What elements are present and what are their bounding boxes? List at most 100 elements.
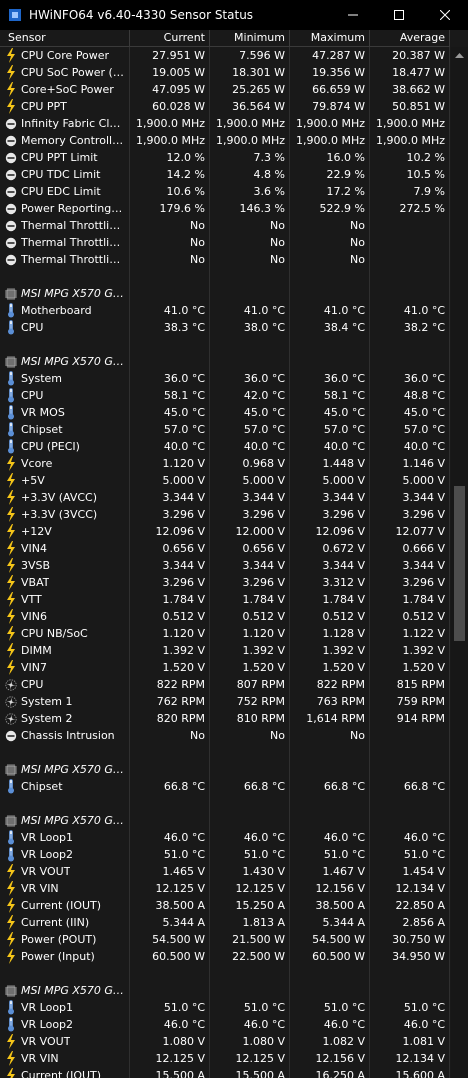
sensor-row[interactable]: VR VIN 12.125 V 12.125 V 12.156 V 12.134 V bbox=[0, 880, 450, 897]
sensor-name-cell: VIN7 bbox=[0, 659, 130, 676]
sensor-row[interactable]: CPU 822 RPM 807 RPM 822 RPM 815 RPM bbox=[0, 676, 450, 693]
value-minimum bbox=[210, 353, 290, 370]
value-maximum: 36.0 °C bbox=[290, 370, 370, 387]
sensor-row[interactable]: Current (IIN) 5.344 A 1.813 A 5.344 A 2.856 … bbox=[0, 914, 450, 931]
sensor-row[interactable]: CPU EDC Limit 10.6 % 3.6 % 17.2 % 7.9 % bbox=[0, 183, 450, 200]
minimize-button[interactable] bbox=[330, 0, 376, 30]
sensor-row[interactable]: Current (IOUT) 38.500 A 15.250 A 38.500 A 22… bbox=[0, 897, 450, 914]
sensor-row[interactable]: Power (POUT) 54.500 W 21.500 W 54.500 W 30.7… bbox=[0, 931, 450, 948]
sensor-row[interactable]: VR VIN 12.125 V 12.125 V 12.156 V 12.134 V bbox=[0, 1050, 450, 1067]
sensor-row[interactable]: System 2 820 RPM 810 RPM 1,614 RPM 914 RPM bbox=[0, 710, 450, 727]
scrollbar-thumb[interactable] bbox=[454, 486, 465, 641]
sensor-row[interactable]: VR Loop1 51.0 °C 51.0 °C 51.0 °C 51.0 °C bbox=[0, 999, 450, 1016]
value-average: 15.600 A bbox=[370, 1067, 450, 1078]
sensor-row[interactable]: CPU PPT 60.028 W 36.564 W 79.874 W 50.851 W bbox=[0, 98, 450, 115]
sensor-label: CPU PPT Limit bbox=[21, 151, 98, 164]
sensor-row[interactable]: VR VOUT 1.465 V 1.430 V 1.467 V 1.454 V bbox=[0, 863, 450, 880]
column-header-average[interactable]: Average bbox=[370, 30, 450, 46]
sensor-row[interactable]: Chipset 66.8 °C 66.8 °C 66.8 °C 66.8 °C bbox=[0, 778, 450, 795]
sensor-row[interactable]: DIMM 1.392 V 1.392 V 1.392 V 1.392 V bbox=[0, 642, 450, 659]
sensor-row[interactable]: System 1 762 RPM 752 RPM 763 RPM 759 RPM bbox=[0, 693, 450, 710]
sensor-row[interactable]: VIN7 1.520 V 1.520 V 1.520 V 1.520 V bbox=[0, 659, 450, 676]
sensor-row[interactable]: Memory Controller Clock (UCLK) 1,900.0 MH… bbox=[0, 132, 450, 149]
sensor-row[interactable]: Chassis Intrusion No No No bbox=[0, 727, 450, 744]
sensor-row[interactable]: CPU Core Power 27.951 W 7.596 W 47.287 W 20.… bbox=[0, 47, 450, 64]
sensor-row[interactable]: +12V 12.096 V 12.000 V 12.096 V 12.077 V bbox=[0, 523, 450, 540]
value-current bbox=[130, 812, 210, 829]
sensor-row[interactable]: VR Loop2 46.0 °C 46.0 °C 46.0 °C 46.0 °C bbox=[0, 1016, 450, 1033]
sensor-row[interactable]: CPU 58.1 °C 42.0 °C 58.1 °C 48.8 °C bbox=[0, 387, 450, 404]
sensor-name-cell: CPU EDC Limit bbox=[0, 183, 130, 200]
sensor-name-cell: Thermal Throttling (PROCHOT EXT) bbox=[0, 251, 130, 268]
sensor-row[interactable]: VR VOUT 1.080 V 1.080 V 1.082 V 1.081 V bbox=[0, 1033, 450, 1050]
sensor-name-cell: Power (Input) bbox=[0, 948, 130, 965]
sensor-row[interactable]: +3.3V (AVCC) 3.344 V 3.344 V 3.344 V 3.344 V bbox=[0, 489, 450, 506]
maximize-button[interactable] bbox=[376, 0, 422, 30]
status-circle-icon bbox=[4, 184, 17, 199]
sensor-row[interactable]: Thermal Throttling (HTC)NoNoNo bbox=[0, 217, 450, 234]
lightning-icon bbox=[4, 1034, 17, 1049]
sensor-row[interactable]: CPU (PECI) 40.0 °C 40.0 °C 40.0 °C 40.0 °C bbox=[0, 438, 450, 455]
sensor-row[interactable]: Core+SoC Power 47.095 W 25.265 W 66.659 W 38… bbox=[0, 81, 450, 98]
value-maximum: No bbox=[290, 727, 370, 744]
status-circle-icon bbox=[4, 218, 17, 233]
sensor-row[interactable]: VR Loop2 51.0 °C 51.0 °C 51.0 °C 51.0 °C bbox=[0, 846, 450, 863]
column-header-sensor[interactable]: Sensor bbox=[0, 30, 130, 46]
scroll-up-button[interactable] bbox=[451, 47, 468, 64]
thermometer-icon bbox=[4, 422, 17, 437]
sensor-label: +3.3V (3VCC) bbox=[21, 508, 98, 521]
column-header-minimum[interactable]: Minimum bbox=[210, 30, 290, 46]
sensor-row[interactable]: VBAT 3.296 V 3.296 V 3.312 V 3.296 V bbox=[0, 574, 450, 591]
sensor-row[interactable]: CPU 38.3 °C 38.0 °C 38.4 °C 38.2 °C bbox=[0, 319, 450, 336]
sensor-name-cell: CPU SoC Power (SVI2 TFN) bbox=[0, 64, 130, 81]
sensor-label: VR VIN bbox=[21, 1052, 59, 1065]
sensor-row[interactable]: VIN4 0.656 V 0.656 V 0.672 V 0.666 V bbox=[0, 540, 450, 557]
column-header-maximum[interactable]: Maximum bbox=[290, 30, 370, 46]
sensor-row[interactable]: Chipset 57.0 °C 57.0 °C 57.0 °C 57.0 °C bbox=[0, 421, 450, 438]
sensor-row[interactable]: Thermal Throttling (PROCHOT EXT)NoNoNo bbox=[0, 251, 450, 268]
sensor-name-cell: CPU bbox=[0, 676, 130, 693]
sensor-row[interactable]: VR MOS 45.0 °C 45.0 °C 45.0 °C 45.0 °C bbox=[0, 404, 450, 421]
sensor-label: VR Loop1 bbox=[21, 1001, 74, 1014]
sensor-row[interactable]: System 36.0 °C 36.0 °C 36.0 °C 36.0 °C bbox=[0, 370, 450, 387]
sensor-group-header[interactable]: MSI MPG X570 GAMING PLUS (MS-7C37) (Nuvo… bbox=[0, 353, 450, 370]
sensor-group-header[interactable]: MSI MPG X570 GAMING PLUS (MS-7C37) (VRM … bbox=[0, 982, 450, 999]
close-button[interactable] bbox=[422, 0, 468, 30]
sensor-row[interactable]: Current (IOUT) 15.500 A 15.500 A 16.250 A 15… bbox=[0, 1067, 450, 1078]
sensor-row[interactable]: CPU PPT Limit 12.0 % 7.3 % 16.0 % 10.2 % bbox=[0, 149, 450, 166]
vertical-scrollbar[interactable] bbox=[451, 47, 468, 1078]
lightning-icon bbox=[4, 558, 17, 573]
value-current: 10.6 % bbox=[130, 183, 210, 200]
thermometer-icon bbox=[4, 779, 17, 794]
sensor-label: Infinity Fabric Clock (FCLK) bbox=[21, 117, 125, 130]
sensor-row[interactable]: Power (Input) 60.500 W 22.500 W 60.500 W 34.… bbox=[0, 948, 450, 965]
column-header-current[interactable]: Current bbox=[130, 30, 210, 46]
sensor-label: VIN4 bbox=[21, 542, 47, 555]
sensor-row[interactable]: +3.3V (3VCC) 3.296 V 3.296 V 3.296 V 3.296 V bbox=[0, 506, 450, 523]
value-maximum: 57.0 °C bbox=[290, 421, 370, 438]
sensor-row[interactable]: CPU SoC Power (SVI2 TFN) 19.005 W18.301 W… bbox=[0, 64, 450, 81]
sensor-row[interactable]: 3VSB 3.344 V 3.344 V 3.344 V 3.344 V bbox=[0, 557, 450, 574]
sensor-row[interactable]: Vcore 1.120 V 0.968 V 1.448 V 1.146 V bbox=[0, 455, 450, 472]
sensor-row[interactable]: VIN6 0.512 V 0.512 V 0.512 V 0.512 V bbox=[0, 608, 450, 625]
sensor-label: VBAT bbox=[21, 576, 50, 589]
sensor-row[interactable]: CPU TDC Limit 14.2 % 4.8 % 22.9 % 10.5 % bbox=[0, 166, 450, 183]
group-label: MSI MPG X570 GAMING PLUS (MS-7C37) (AMD … bbox=[21, 763, 125, 776]
sensor-row[interactable]: Infinity Fabric Clock (FCLK)1,900.0 MHz1… bbox=[0, 115, 450, 132]
sensor-row[interactable]: Power Reporting Deviation (Accuracy) 179.… bbox=[0, 200, 450, 217]
value-minimum: 7.3 % bbox=[210, 149, 290, 166]
sensor-group-header[interactable]: MSI MPG X570 GAMING PLUS (MS-7C37) (AMD … bbox=[0, 761, 450, 778]
sensor-row[interactable]: Thermal Throttling (PROCHOT CPU)NoNoNo bbox=[0, 234, 450, 251]
title-bar[interactable]: HWiNFO64 v6.40-4330 Sensor Status bbox=[0, 0, 468, 30]
sensor-group-header[interactable]: MSI MPG X570 GAMING PLUS (MS-7C37) bbox=[0, 285, 450, 302]
sensor-row[interactable]: +5V 5.000 V 5.000 V 5.000 V 5.000 V bbox=[0, 472, 450, 489]
value-average bbox=[370, 251, 450, 268]
sensor-row[interactable]: Motherboard 41.0 °C 41.0 °C 41.0 °C 41.0 °C bbox=[0, 302, 450, 319]
value-average bbox=[370, 353, 450, 370]
value-current: 1,900.0 MHz bbox=[130, 115, 210, 132]
sensor-row[interactable]: VR Loop1 46.0 °C 46.0 °C 46.0 °C 46.0 °C bbox=[0, 829, 450, 846]
sensor-group-header[interactable]: MSI MPG X570 GAMING PLUS (MS-7C37) (VRM … bbox=[0, 812, 450, 829]
sensor-row[interactable]: VTT 1.784 V 1.784 V 1.784 V 1.784 V bbox=[0, 591, 450, 608]
value-average: 3.296 V bbox=[370, 506, 450, 523]
sensor-row[interactable]: CPU NB/SoC 1.120 V 1.120 V 1.128 V 1.122 V bbox=[0, 625, 450, 642]
